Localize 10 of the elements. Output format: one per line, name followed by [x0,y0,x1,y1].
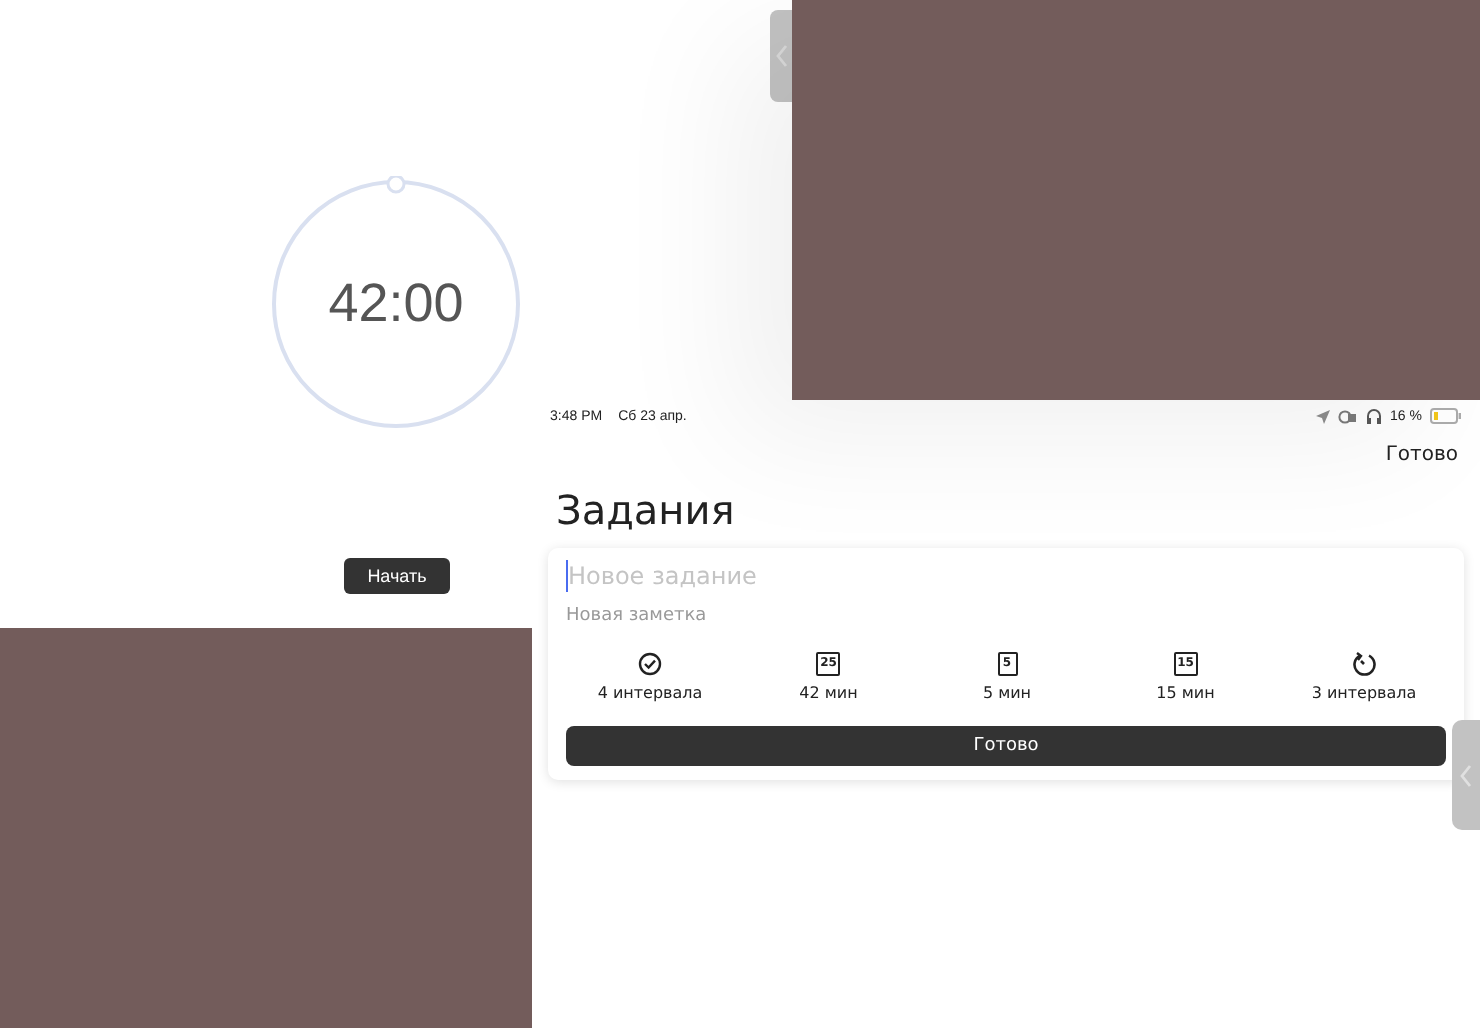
setting-label: 5 мин [982,684,1032,702]
timer-time: 42:00 [328,273,464,335]
done-link[interactable]: Готово [1385,444,1458,466]
page-title: Задания [556,486,737,534]
done-button[interactable]: Готово [566,726,1446,766]
start-button[interactable]: Начать [344,558,450,594]
setting-label: 3 интервала [1311,684,1417,702]
setting-label: 42 мин [799,684,858,702]
setting-label: 15 мин [1156,684,1215,702]
setting-label: 4 интервала [597,684,703,702]
